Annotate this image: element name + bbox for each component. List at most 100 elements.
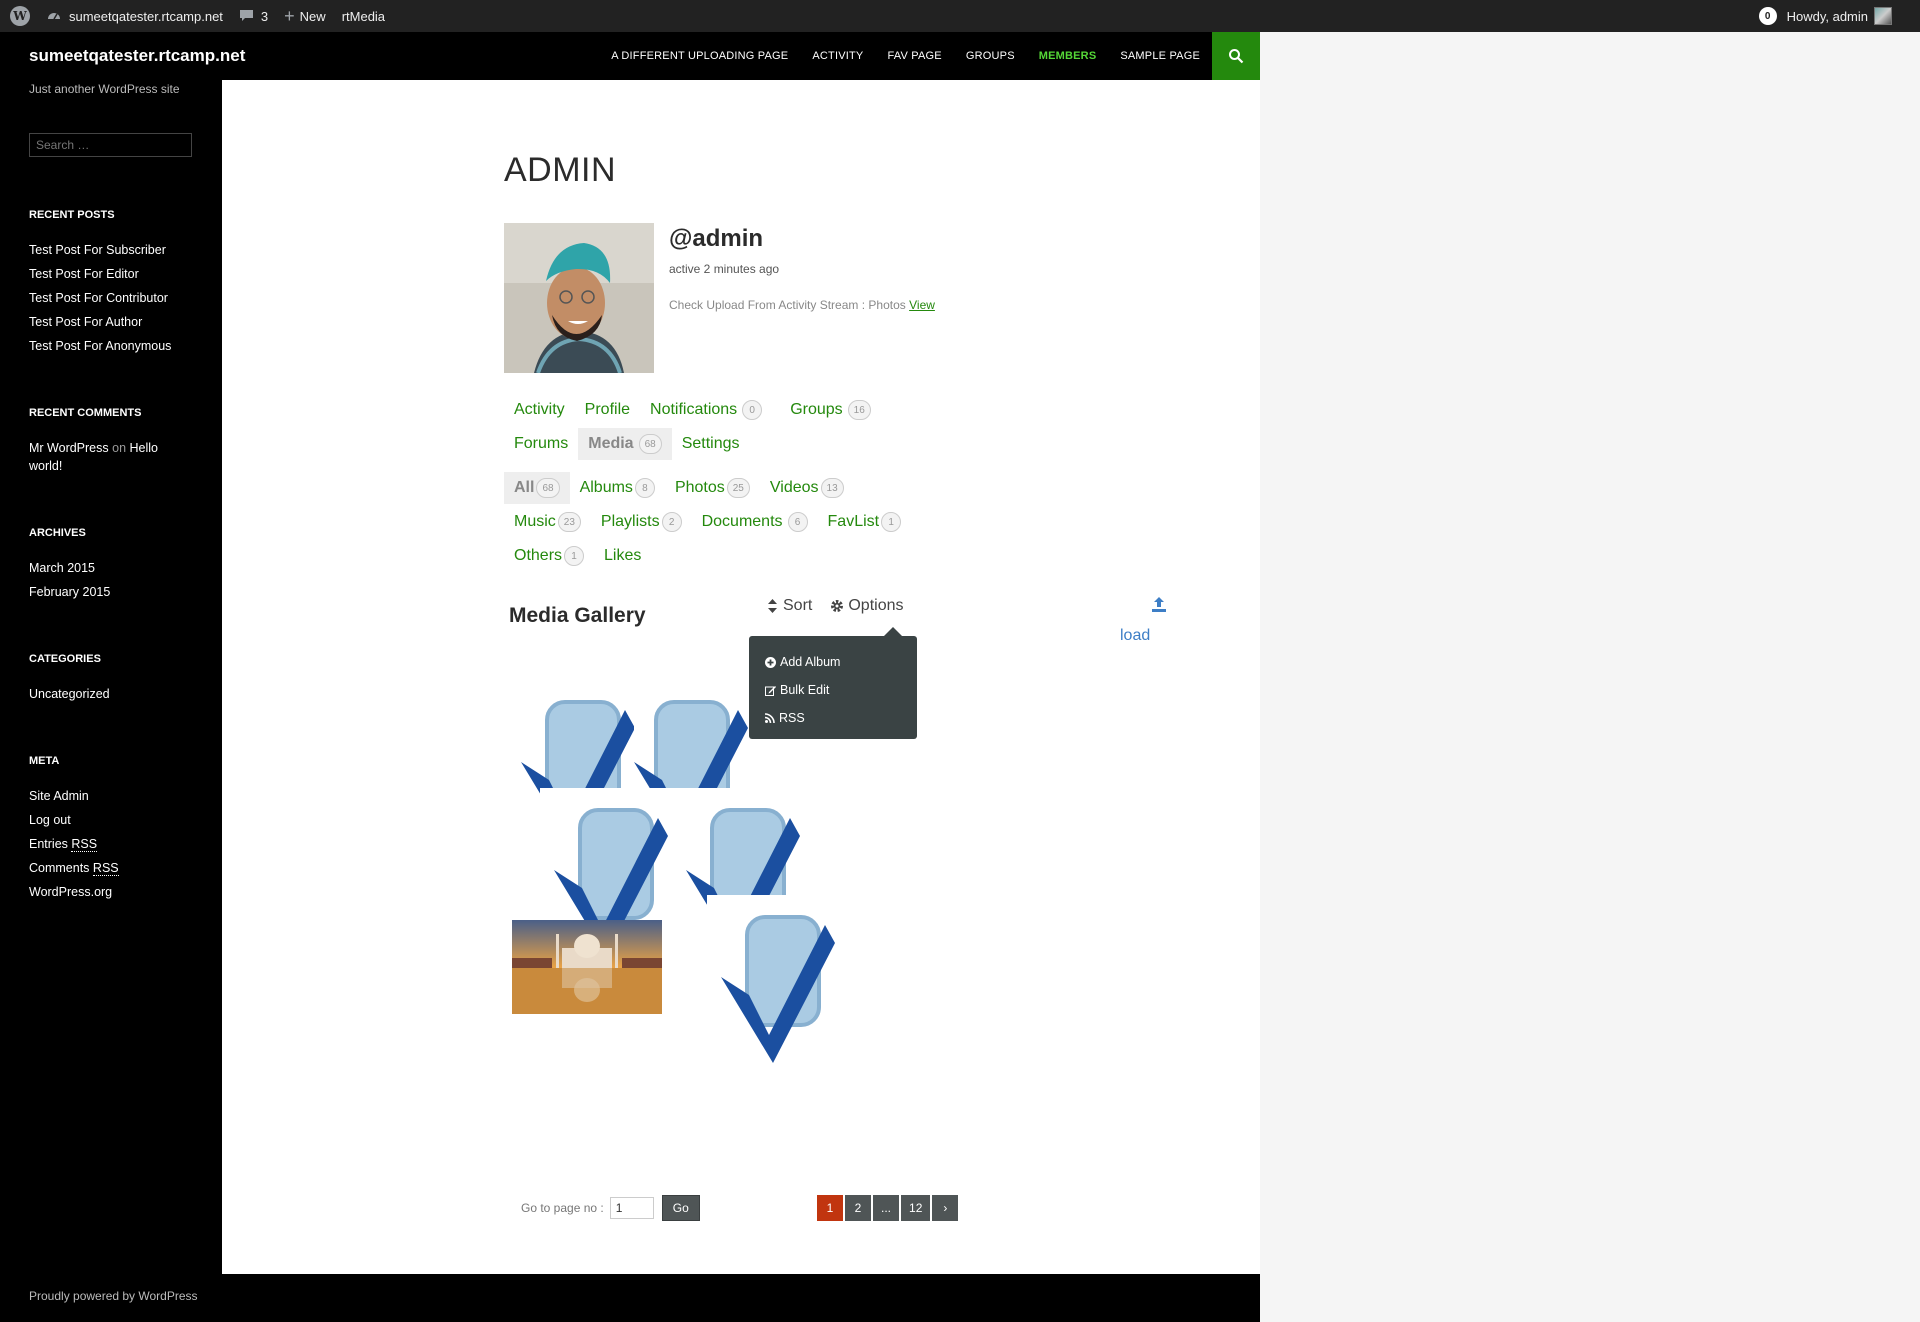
archives-list: March 2015 February 2015 bbox=[29, 559, 110, 607]
media-tab-videos[interactable]: Videos 13 bbox=[760, 472, 854, 504]
recent-comment: Mr WordPress on Hello world! bbox=[29, 439, 189, 475]
search-toggle-button[interactable] bbox=[1212, 32, 1260, 80]
list-item[interactable]: Uncategorized bbox=[29, 685, 110, 709]
media-tab-playlists[interactable]: Playlists 2 bbox=[591, 506, 692, 538]
wordpress-logo-menu[interactable]: W bbox=[0, 0, 38, 32]
comments-label: Comments bbox=[29, 861, 90, 875]
wordpress-org-link[interactable]: WordPress.org bbox=[29, 885, 112, 899]
page-number-input[interactable] bbox=[609, 1197, 654, 1219]
list-item[interactable]: March 2015 bbox=[29, 559, 110, 583]
media-tab-all[interactable]: All 68 bbox=[504, 472, 570, 504]
tab-label: Likes bbox=[604, 547, 642, 564]
rtmedia-menu[interactable]: rtMedia bbox=[334, 0, 393, 32]
media-thumbnail[interactable] bbox=[707, 895, 857, 1081]
media-tab-music[interactable]: Music 23 bbox=[504, 506, 591, 538]
media-tab-photos[interactable]: Photos 25 bbox=[665, 472, 760, 504]
tab-profile[interactable]: Profile bbox=[575, 394, 640, 426]
profile-avatar[interactable] bbox=[504, 223, 654, 373]
checkmark-image bbox=[721, 915, 835, 1063]
options-button[interactable]: Options bbox=[830, 597, 903, 615]
media-tab-albums[interactable]: Albums 8 bbox=[570, 472, 665, 504]
howdy-greeting[interactable]: Howdy, admin bbox=[1787, 9, 1868, 24]
tab-label: Settings bbox=[681, 435, 740, 452]
sort-button[interactable]: Sort bbox=[768, 597, 812, 615]
go-button[interactable]: Go bbox=[661, 1195, 700, 1221]
entries-rss-link[interactable]: Entries RSS bbox=[29, 837, 98, 852]
tab-label: Photos bbox=[674, 479, 725, 496]
list-item[interactable]: Test Post For Editor bbox=[29, 265, 171, 289]
media-tab-documents[interactable]: Documents 6 bbox=[692, 506, 818, 538]
archive-link[interactable]: March 2015 bbox=[29, 561, 95, 575]
nav-different-uploading-page[interactable]: A DIFFERENT UPLOADING PAGE bbox=[611, 50, 788, 62]
taj-mahal-image bbox=[512, 920, 662, 1014]
upload-button[interactable] bbox=[1151, 597, 1167, 617]
options-label: Options bbox=[848, 597, 904, 614]
list-item[interactable]: Test Post For Contributor bbox=[29, 289, 171, 313]
tab-label: Others bbox=[514, 547, 563, 564]
count-badge: 2 bbox=[661, 512, 682, 532]
site-tagline: Just another WordPress site bbox=[29, 82, 180, 96]
media-tab-others[interactable]: Others 1 bbox=[504, 540, 594, 572]
comments-menu[interactable]: 3 bbox=[231, 0, 276, 32]
edit-icon bbox=[765, 685, 776, 696]
tab-groups[interactable]: Groups 16 bbox=[780, 394, 881, 426]
tab-forums[interactable]: Forums bbox=[504, 428, 578, 460]
site-title[interactable]: sumeetqatester.rtcamp.net bbox=[29, 46, 245, 66]
page-1-button[interactable]: 1 bbox=[817, 1195, 843, 1221]
tab-label: All bbox=[514, 479, 535, 496]
list-item[interactable]: February 2015 bbox=[29, 583, 110, 607]
list-item[interactable]: Test Post For Anonymous bbox=[29, 337, 171, 361]
media-thumbnail[interactable] bbox=[512, 920, 662, 1014]
latest-update-view-link[interactable]: View bbox=[909, 298, 935, 312]
powered-by-link[interactable]: Proudly powered by WordPress bbox=[29, 1289, 198, 1303]
comments-rss-link[interactable]: Comments RSS bbox=[29, 861, 119, 876]
nav-groups[interactable]: GROUPS bbox=[966, 50, 1015, 62]
log-out-link[interactable]: Log out bbox=[29, 813, 71, 827]
list-item[interactable]: Log out bbox=[29, 811, 119, 835]
add-album-menu-item[interactable]: Add Album bbox=[749, 648, 917, 676]
tab-label: Music bbox=[514, 513, 556, 530]
media-tab-favlist[interactable]: FavList 1 bbox=[818, 506, 912, 538]
list-item[interactable]: Entries RSS bbox=[29, 835, 119, 859]
next-page-button[interactable]: › bbox=[932, 1195, 959, 1221]
rss-menu-item[interactable]: RSS bbox=[749, 704, 917, 732]
recent-post-link[interactable]: Test Post For Contributor bbox=[29, 291, 168, 305]
tab-notifications[interactable]: Notifications 0 bbox=[640, 394, 772, 426]
list-item[interactable]: Test Post For Subscriber bbox=[29, 241, 171, 265]
list-item[interactable]: WordPress.org bbox=[29, 883, 119, 907]
list-item[interactable]: Comments RSS bbox=[29, 859, 119, 883]
tab-media[interactable]: Media 68 bbox=[578, 428, 672, 460]
count-badge: 8 bbox=[634, 478, 655, 498]
nav-members[interactable]: MEMBERS bbox=[1039, 50, 1097, 62]
sidebar-search-input[interactable] bbox=[29, 133, 192, 157]
admin-avatar-icon[interactable] bbox=[1874, 7, 1892, 25]
list-item[interactable]: Site Admin bbox=[29, 787, 119, 811]
nav-fav-page[interactable]: FAV PAGE bbox=[887, 50, 941, 62]
recent-post-link[interactable]: Test Post For Anonymous bbox=[29, 339, 171, 353]
site-name-menu[interactable]: sumeetqatester.rtcamp.net bbox=[38, 0, 231, 32]
nav-sample-page[interactable]: SAMPLE PAGE bbox=[1120, 50, 1200, 62]
notification-count[interactable]: 0 bbox=[1758, 7, 1777, 25]
gallery-actions: Sort Options bbox=[768, 597, 921, 615]
site-admin-link[interactable]: Site Admin bbox=[29, 789, 89, 803]
bulk-edit-menu-item[interactable]: Bulk Edit bbox=[749, 676, 917, 704]
recent-post-link[interactable]: Test Post For Editor bbox=[29, 267, 139, 281]
recent-posts-list: Test Post For Subscriber Test Post For E… bbox=[29, 241, 171, 361]
goto-page: Go to page no : Go bbox=[521, 1195, 700, 1221]
tab-settings[interactable]: Settings bbox=[672, 428, 750, 460]
list-item[interactable]: Test Post For Author bbox=[29, 313, 171, 337]
category-link[interactable]: Uncategorized bbox=[29, 687, 110, 701]
comment-author-link[interactable]: Mr WordPress bbox=[29, 441, 109, 455]
page-2-button[interactable]: 2 bbox=[845, 1195, 871, 1221]
upload-label[interactable]: load bbox=[1120, 627, 1150, 645]
tab-label: Notifications bbox=[650, 401, 738, 418]
media-tab-likes[interactable]: Likes bbox=[594, 540, 651, 572]
page-12-button[interactable]: 12 bbox=[901, 1195, 931, 1221]
goto-page-label: Go to page no : bbox=[521, 1201, 604, 1215]
tab-activity[interactable]: Activity bbox=[504, 394, 575, 426]
recent-post-link[interactable]: Test Post For Author bbox=[29, 315, 142, 329]
recent-post-link[interactable]: Test Post For Subscriber bbox=[29, 243, 166, 257]
nav-activity[interactable]: ACTIVITY bbox=[812, 50, 863, 62]
archive-link[interactable]: February 2015 bbox=[29, 585, 110, 599]
new-content-menu[interactable]: + New bbox=[276, 0, 334, 32]
